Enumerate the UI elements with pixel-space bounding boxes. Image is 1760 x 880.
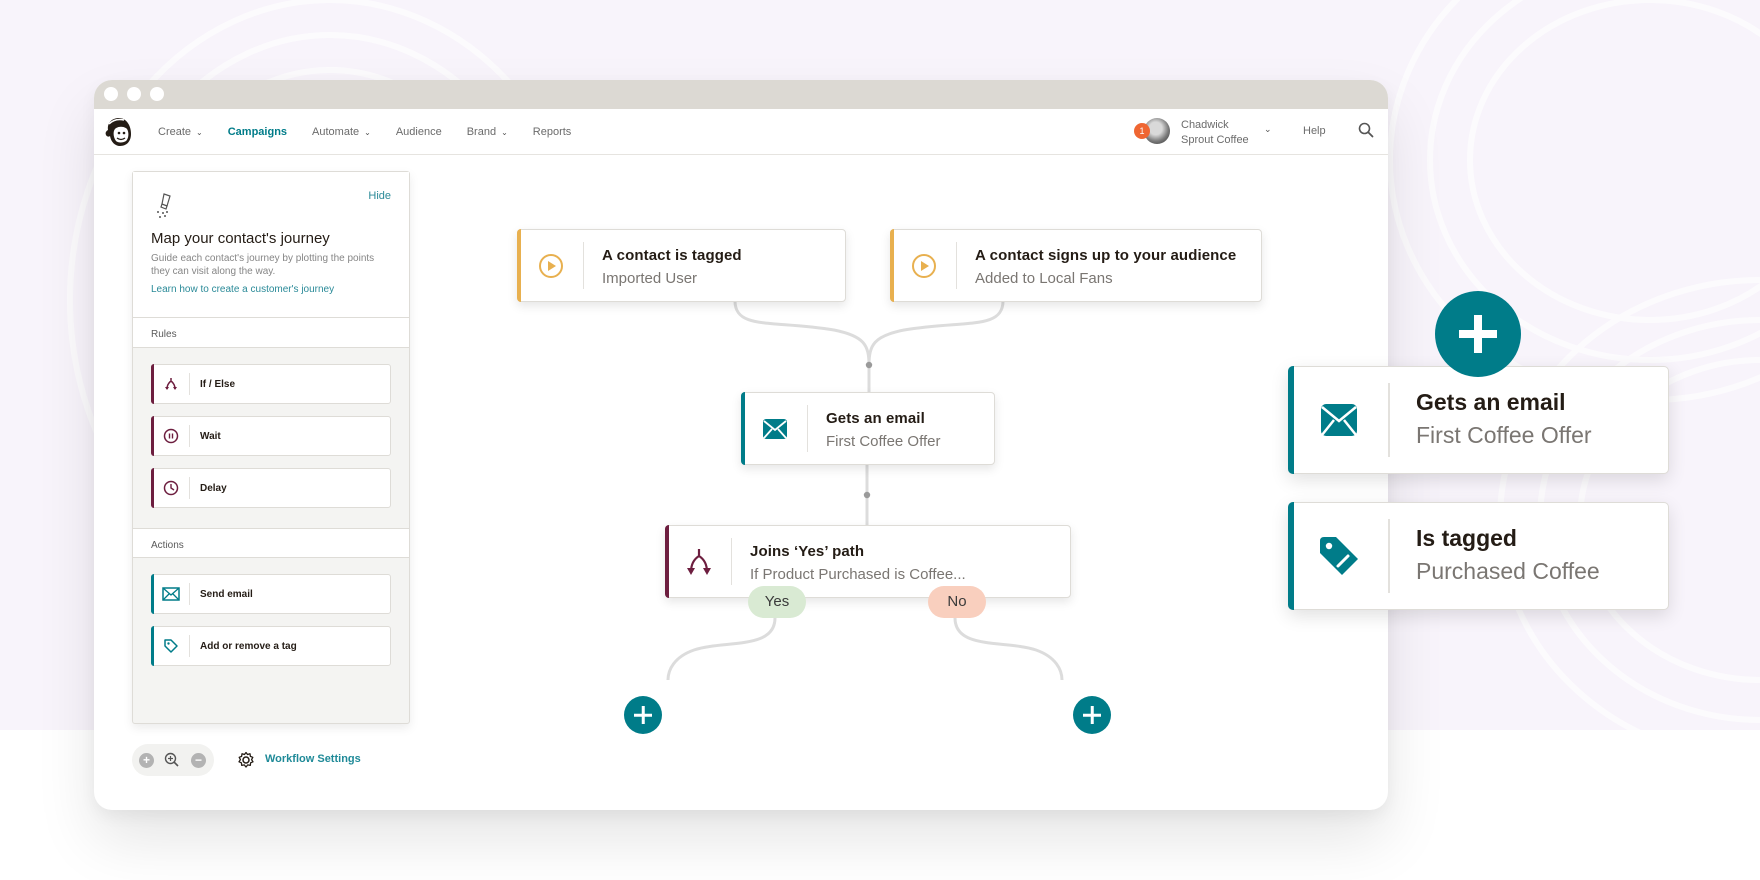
- no-path-pill[interactable]: No: [928, 586, 986, 618]
- card-title: Is tagged: [1416, 525, 1517, 551]
- add-step-large-button[interactable]: [1435, 291, 1521, 377]
- trigger-node-tagged[interactable]: A contact is tagged Imported User: [517, 229, 846, 302]
- branch-icon: [666, 538, 732, 585]
- card-title: Gets an email: [1416, 389, 1566, 415]
- floating-email-card: Gets an email First Coffee Offer: [1288, 366, 1669, 474]
- connector-trigger-2: [867, 300, 1005, 366]
- node-title: A contact is tagged: [602, 247, 742, 264]
- node-subtitle: If Product Purchased is Coffee...: [750, 566, 966, 583]
- yes-path-pill[interactable]: Yes: [748, 586, 806, 618]
- node-subtitle: Imported User: [602, 270, 698, 287]
- card-subtitle: Purchased Coffee: [1416, 558, 1600, 584]
- envelope-icon: [742, 405, 808, 452]
- node-subtitle: First Coffee Offer: [826, 433, 941, 450]
- node-title: Joins ‘Yes’ path: [750, 543, 865, 560]
- add-step-no-button[interactable]: [1073, 696, 1111, 734]
- card-subtitle: First Coffee Offer: [1416, 422, 1592, 448]
- tag-icon: [1289, 519, 1390, 593]
- connector-yes: [666, 617, 777, 681]
- app-window: Create ⌄ Campaigns Automate ⌄ Audience Bra…: [94, 80, 1388, 810]
- node-subtitle: Added to Local Fans: [975, 270, 1113, 287]
- notification-badge[interactable]: 1: [1134, 123, 1150, 139]
- envelope-icon: [1289, 383, 1390, 457]
- insert-point[interactable]: [863, 491, 871, 499]
- email-step-node[interactable]: Gets an email First Coffee Offer: [741, 392, 995, 465]
- trigger-node-signup[interactable]: A contact signs up to your audience Adde…: [890, 229, 1262, 302]
- branch-step-node[interactable]: Joins ‘Yes’ path If Product Purchased is…: [665, 525, 1071, 598]
- floating-tag-card: Is tagged Purchased Coffee: [1288, 502, 1669, 610]
- node-title: A contact signs up to your audience: [975, 247, 1237, 264]
- play-icon: [518, 242, 584, 289]
- node-title: Gets an email: [826, 410, 925, 427]
- connector-no: [953, 617, 1064, 681]
- join-point: [865, 361, 873, 369]
- add-step-yes-button[interactable]: [624, 696, 662, 734]
- connector-trigger-1: [733, 300, 871, 366]
- play-icon: [891, 242, 957, 289]
